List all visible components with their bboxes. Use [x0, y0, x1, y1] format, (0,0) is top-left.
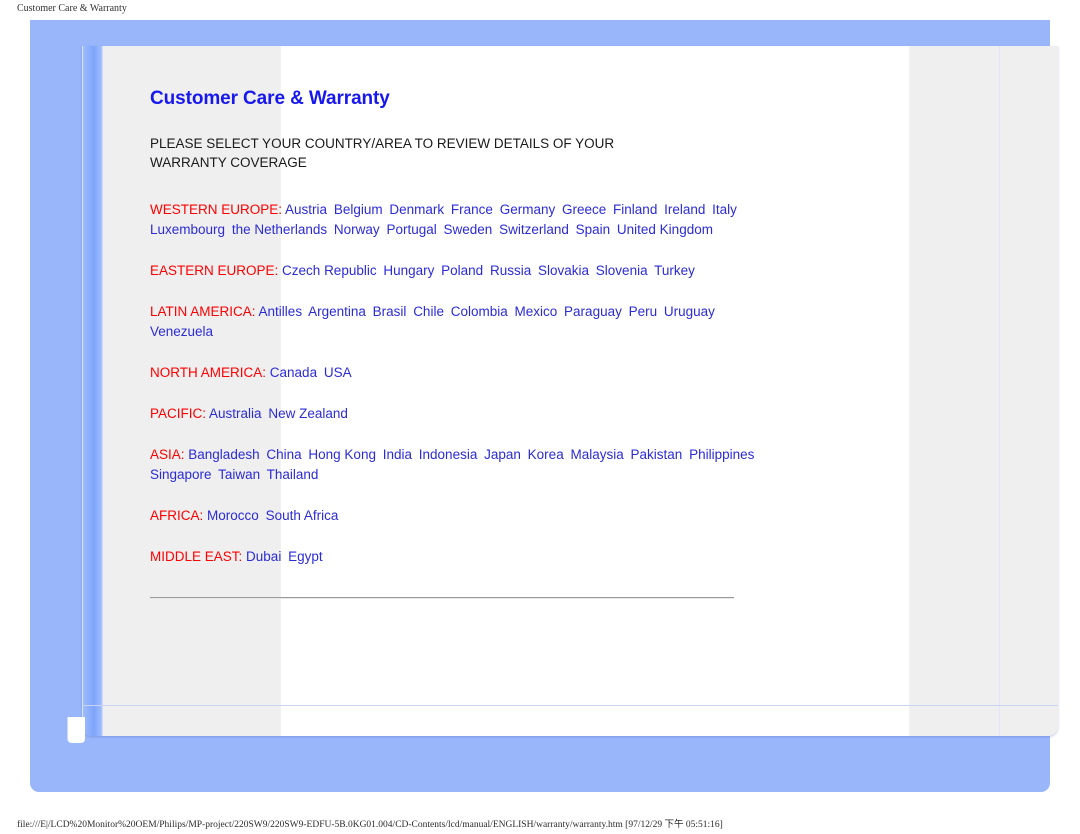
region-block: MIDDLE EAST: Dubai Egypt	[150, 547, 760, 567]
country-link[interactable]: Hong Kong	[308, 447, 376, 462]
country-link[interactable]: Portugal	[386, 222, 436, 237]
country-link[interactable]: Finland	[613, 202, 657, 217]
card-bottom-divider	[82, 705, 1058, 706]
country-link[interactable]: Singapore	[150, 467, 212, 482]
country-link[interactable]: Antilles	[259, 304, 303, 319]
country-link[interactable]: Morocco	[207, 508, 259, 523]
region-label: PACIFIC:	[150, 406, 207, 421]
country-link[interactable]: New Zealand	[268, 406, 348, 421]
country-link[interactable]: Russia	[490, 263, 531, 278]
region-block: NORTH AMERICA: Canada USA	[150, 363, 760, 383]
country-link[interactable]: Luxembourg	[150, 222, 225, 237]
region-label: WESTERN EUROPE:	[150, 202, 283, 217]
region-block: ASIA: Bangladesh China Hong Kong India I…	[150, 445, 760, 485]
country-link[interactable]: Czech Republic	[282, 263, 377, 278]
right-hairline-divider	[999, 46, 1000, 736]
country-link[interactable]: China	[266, 447, 301, 462]
region-label: ASIA:	[150, 447, 185, 462]
region-block: EASTERN EUROPE: Czech Republic Hungary P…	[150, 261, 760, 281]
region-block: PACIFIC: Australia New Zealand	[150, 404, 760, 424]
region-label: LATIN AMERICA:	[150, 304, 256, 319]
country-link[interactable]: Germany	[500, 202, 556, 217]
page-title: Customer Care & Warranty	[150, 88, 390, 109]
country-link[interactable]: Italy	[712, 202, 737, 217]
country-link[interactable]: Brasil	[373, 304, 407, 319]
document-card: Customer Care & Warranty PLEASE SELECT Y…	[82, 46, 1058, 736]
region-label: NORTH AMERICA:	[150, 365, 267, 380]
country-link[interactable]: Switzerland	[499, 222, 569, 237]
country-link[interactable]: the Netherlands	[232, 222, 327, 237]
country-link[interactable]: Bangladesh	[188, 447, 259, 462]
country-link[interactable]: Indonesia	[419, 447, 478, 462]
country-link[interactable]: Korea	[528, 447, 564, 462]
region-list: WESTERN EUROPE: Austria Belgium Denmark …	[150, 200, 760, 567]
status-bar-path: file:///E|/LCD%20Monitor%20OEM/Philips/M…	[17, 820, 723, 830]
region-block: AFRICA: Morocco South Africa	[150, 506, 760, 526]
country-link[interactable]: Turkey	[654, 263, 695, 278]
country-link[interactable]: Denmark	[389, 202, 444, 217]
country-link[interactable]: Thailand	[267, 467, 319, 482]
region-block: WESTERN EUROPE: Austria Belgium Denmark …	[150, 200, 760, 240]
country-link[interactable]: Hungary	[383, 263, 434, 278]
country-link[interactable]: Peru	[629, 304, 658, 319]
country-link[interactable]: Slovenia	[596, 263, 648, 278]
document-card-inner: Customer Care & Warranty PLEASE SELECT Y…	[82, 46, 1058, 736]
country-link[interactable]: India	[383, 447, 412, 462]
country-link[interactable]: Paraguay	[564, 304, 622, 319]
bottom-left-corner-tab	[68, 717, 85, 743]
country-link[interactable]: Australia	[209, 406, 262, 421]
country-link[interactable]: Pakistan	[631, 447, 683, 462]
country-link[interactable]: Colombia	[451, 304, 508, 319]
country-link[interactable]: Ireland	[664, 202, 705, 217]
country-link[interactable]: Dubai	[246, 549, 281, 564]
country-link[interactable]: Austria	[285, 202, 327, 217]
region-block: LATIN AMERICA: Antilles Argentina Brasil…	[150, 302, 760, 342]
page-background-panel: Customer Care & Warranty PLEASE SELECT Y…	[30, 20, 1058, 792]
country-link[interactable]: Greece	[562, 202, 606, 217]
country-link[interactable]: United Kingdom	[617, 222, 713, 237]
region-label: EASTERN EUROPE:	[150, 263, 279, 278]
country-link[interactable]: Philippines	[689, 447, 754, 462]
country-link[interactable]: Venezuela	[150, 324, 213, 339]
country-link[interactable]: Belgium	[334, 202, 383, 217]
country-link[interactable]: Sweden	[444, 222, 493, 237]
left-blue-rail	[82, 46, 103, 736]
region-label: AFRICA:	[150, 508, 204, 523]
country-link[interactable]: Mexico	[515, 304, 558, 319]
country-link[interactable]: Chile	[413, 304, 444, 319]
country-link[interactable]: Slovakia	[538, 263, 589, 278]
browser-print-header: Customer Care & Warranty	[17, 3, 127, 14]
country-link[interactable]: USA	[324, 365, 352, 380]
country-link[interactable]: Norway	[334, 222, 380, 237]
region-label: MIDDLE EAST:	[150, 549, 243, 564]
country-link[interactable]: Poland	[441, 263, 483, 278]
country-link[interactable]: Japan	[484, 447, 521, 462]
country-link[interactable]: Malaysia	[570, 447, 623, 462]
country-link[interactable]: Argentina	[308, 304, 366, 319]
country-link[interactable]: Egypt	[288, 549, 323, 564]
country-link[interactable]: Uruguay	[664, 304, 715, 319]
article-body: Customer Care & Warranty PLEASE SELECT Y…	[150, 88, 760, 599]
intro-paragraph: PLEASE SELECT YOUR COUNTRY/AREA TO REVIE…	[150, 136, 615, 170]
country-link[interactable]: South Africa	[266, 508, 339, 523]
country-link[interactable]: France	[451, 202, 493, 217]
country-link[interactable]: Spain	[576, 222, 611, 237]
content-divider	[150, 597, 734, 599]
country-link[interactable]: Taiwan	[218, 467, 260, 482]
country-link[interactable]: Canada	[270, 365, 317, 380]
